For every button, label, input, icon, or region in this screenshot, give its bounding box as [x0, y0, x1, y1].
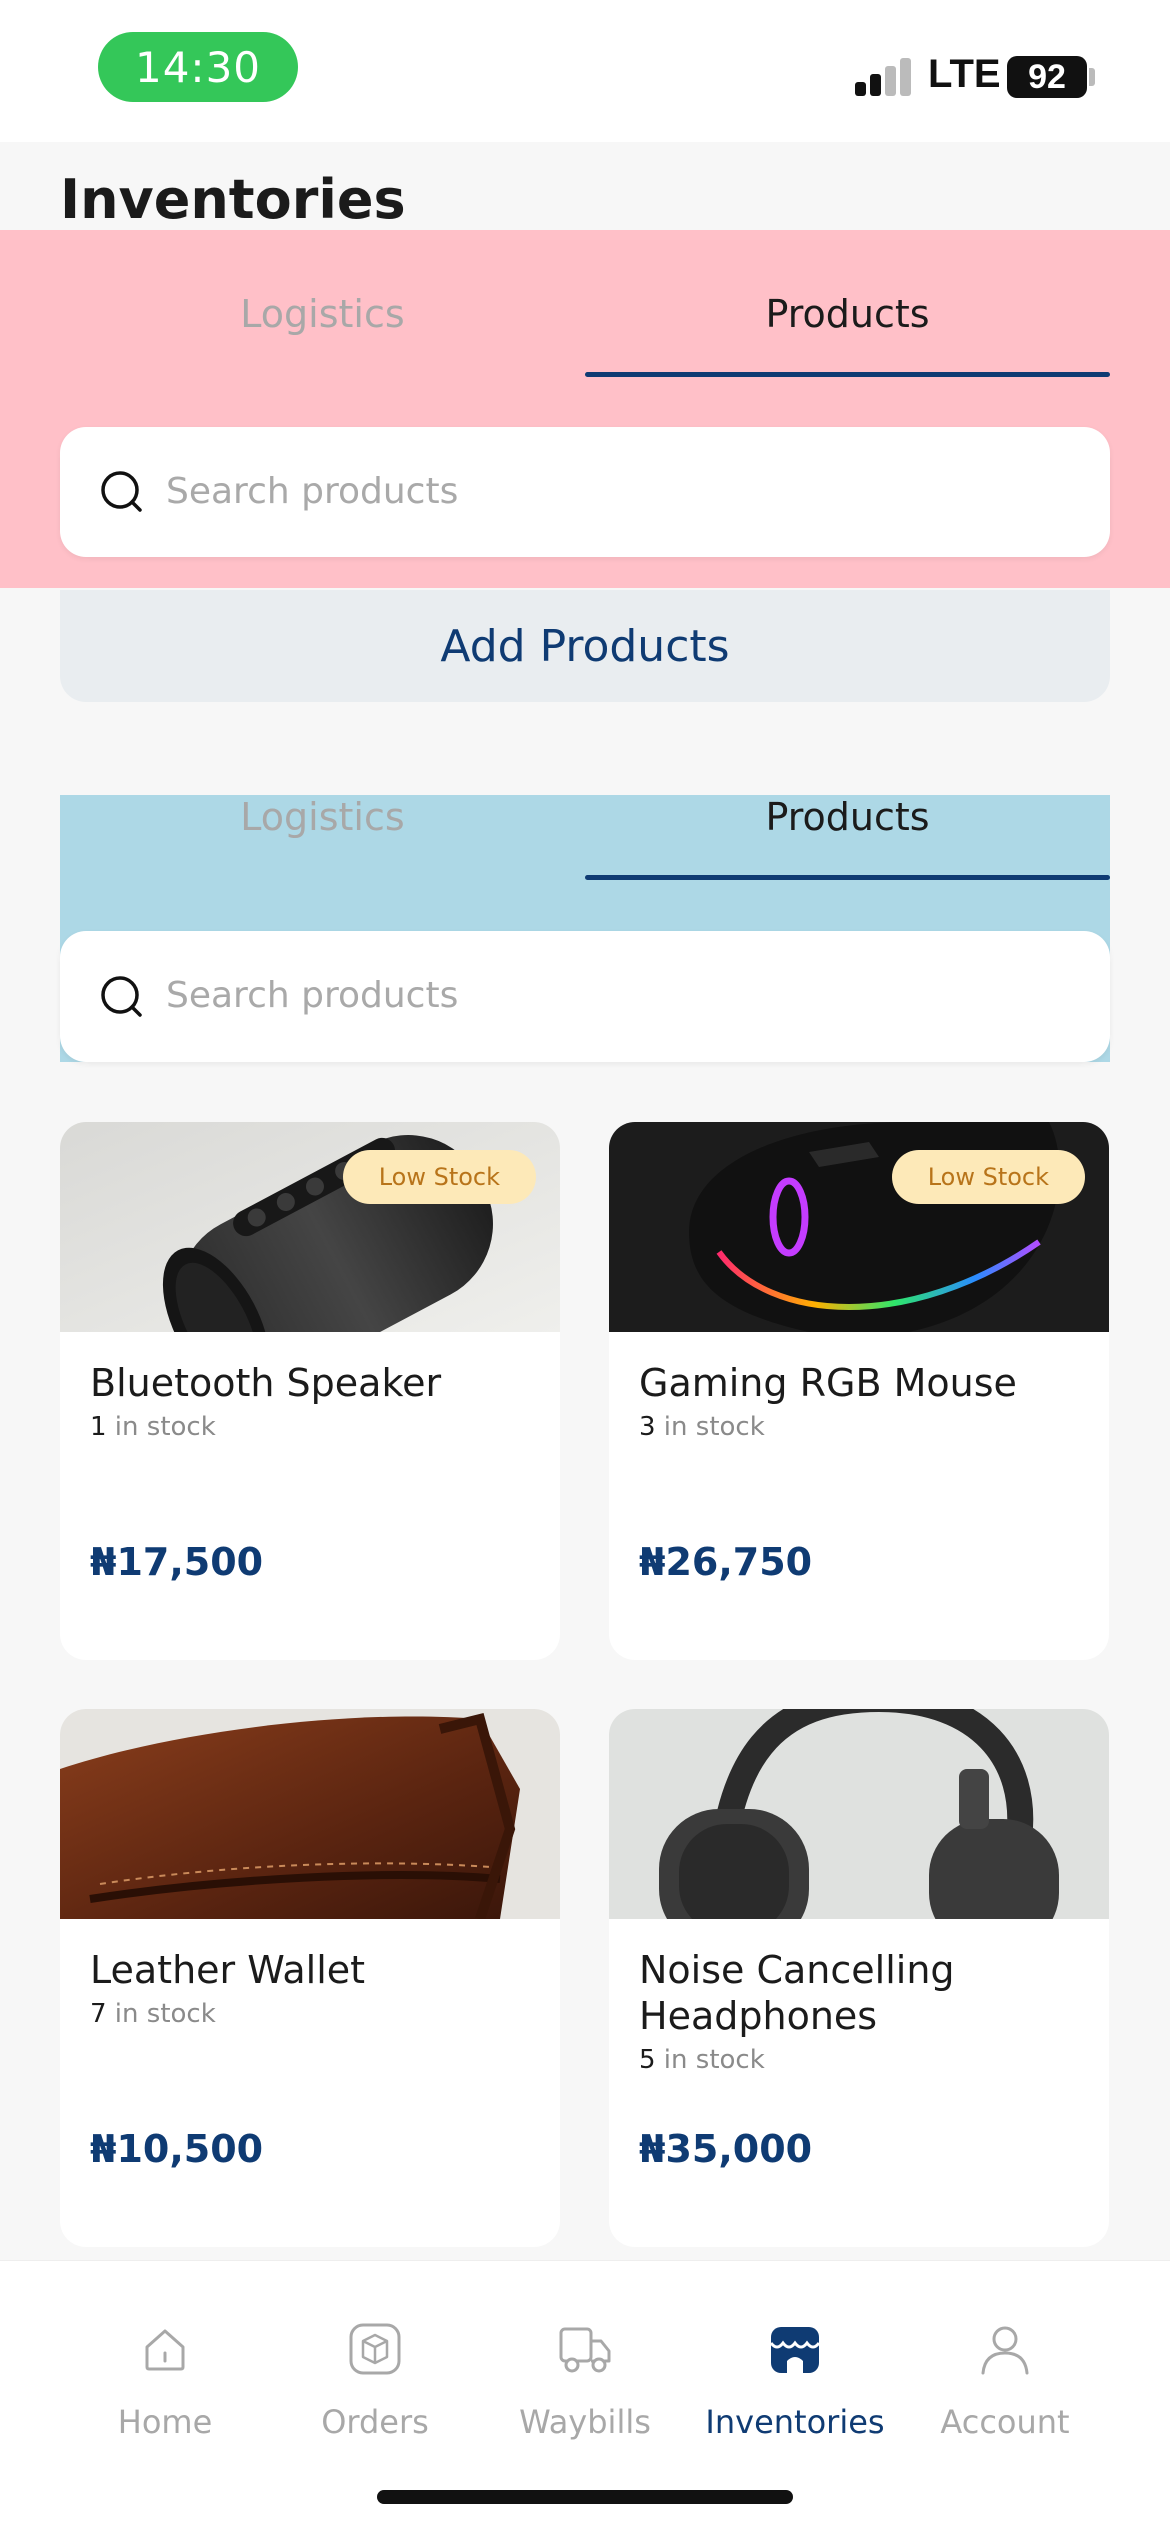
add-products-button[interactable]: Add Products: [60, 590, 1110, 702]
product-price: ₦35,000: [639, 2127, 813, 2171]
stock-suffix: in stock: [655, 1412, 765, 1442]
tab-products[interactable]: Products: [585, 292, 1110, 336]
stock-suffix: in stock: [106, 1412, 216, 1442]
page-title: Inventories: [60, 168, 406, 231]
product-price: ₦10,500: [90, 2127, 264, 2171]
stock-count: 3: [639, 1412, 656, 1442]
product-card-bluetooth-speaker[interactable]: Low Stock Bluetooth Speaker 1 in stock ₦…: [60, 1122, 560, 1660]
home-icon: [145, 2329, 185, 2371]
search-placeholder: Search products: [166, 975, 459, 1016]
search-placeholder: Search products: [166, 471, 459, 512]
nav-label: Waybills: [519, 2403, 651, 2441]
nav-item-home[interactable]: Home: [60, 2261, 270, 2461]
user-icon: [981, 2326, 1029, 2375]
search-icon: [101, 976, 142, 1017]
product-price: ₦17,500: [90, 1540, 264, 1584]
low-stock-badge: Low Stock: [891, 1150, 1085, 1204]
truck-icon: [559, 2327, 611, 2373]
product-name: Noise Cancelling Headphones: [639, 1948, 955, 2038]
search-field[interactable]: Search products: [60, 427, 1110, 557]
product-card-gaming-mouse[interactable]: Low Stock Gaming RGB Mouse 3 in stock ₦2…: [609, 1122, 1109, 1660]
product-name: Gaming RGB Mouse: [639, 1361, 1017, 1405]
stock-suffix: in stock: [655, 2045, 765, 2075]
nav-item-inventories[interactable]: Inventories: [690, 2261, 900, 2461]
headphones-image: [609, 1709, 1109, 1919]
stock-suffix: in stock: [106, 1999, 216, 2029]
nav-label: Orders: [321, 2403, 429, 2441]
home-indicator: [377, 2490, 793, 2504]
product-card-headphones[interactable]: Noise Cancelling Headphones 5 in stock ₦…: [609, 1709, 1109, 2247]
search-field-secondary[interactable]: Search products: [60, 931, 1110, 1062]
status-time: 14:30: [98, 32, 298, 102]
product-stock: 3 in stock: [639, 1412, 765, 1442]
stock-count: 5: [639, 2045, 656, 2075]
signal-icon: [855, 58, 915, 96]
product-name: Leather Wallet: [90, 1948, 366, 1992]
tab-products-secondary[interactable]: Products: [585, 795, 1110, 839]
battery-icon: 92: [1007, 56, 1087, 98]
search-icon: [101, 471, 142, 512]
tab-logistics-secondary[interactable]: Logistics: [60, 795, 585, 839]
nav-item-orders[interactable]: Orders: [270, 2261, 480, 2461]
low-stock-badge: Low Stock: [342, 1150, 536, 1204]
tab-active-indicator: [585, 372, 1110, 377]
store-icon: [769, 2327, 821, 2373]
tab-active-indicator-secondary: [585, 875, 1110, 880]
product-card-leather-wallet[interactable]: Leather Wallet 7 in stock ₦10,500: [60, 1709, 560, 2247]
nav-item-waybills[interactable]: Waybills: [480, 2261, 690, 2461]
product-stock: 5 in stock: [639, 2045, 765, 2075]
stock-count: 1: [90, 1412, 107, 1442]
stock-count: 7: [90, 1999, 107, 2029]
tabs-search-panel: Logistics Products Search products: [60, 795, 1110, 1062]
nav-item-account[interactable]: Account: [900, 2261, 1110, 2461]
nav-label: Inventories: [705, 2403, 885, 2441]
product-stock: 1 in stock: [90, 1412, 216, 1442]
product-name: Bluetooth Speaker: [90, 1361, 442, 1405]
battery-cap: [1089, 68, 1095, 86]
nav-label: Account: [940, 2403, 1070, 2441]
box-icon: [349, 2323, 401, 2375]
tab-logistics[interactable]: Logistics: [60, 292, 585, 336]
product-stock: 7 in stock: [90, 1999, 216, 2029]
wallet-image: [60, 1709, 560, 1919]
status-bar: 14:30 LTE 92: [0, 0, 1170, 142]
product-price: ₦26,750: [639, 1540, 813, 1584]
nav-label: Home: [117, 2403, 213, 2441]
tabs-search-panel-top: Logistics Products Search products: [0, 230, 1170, 588]
network-label: LTE: [928, 52, 1001, 96]
